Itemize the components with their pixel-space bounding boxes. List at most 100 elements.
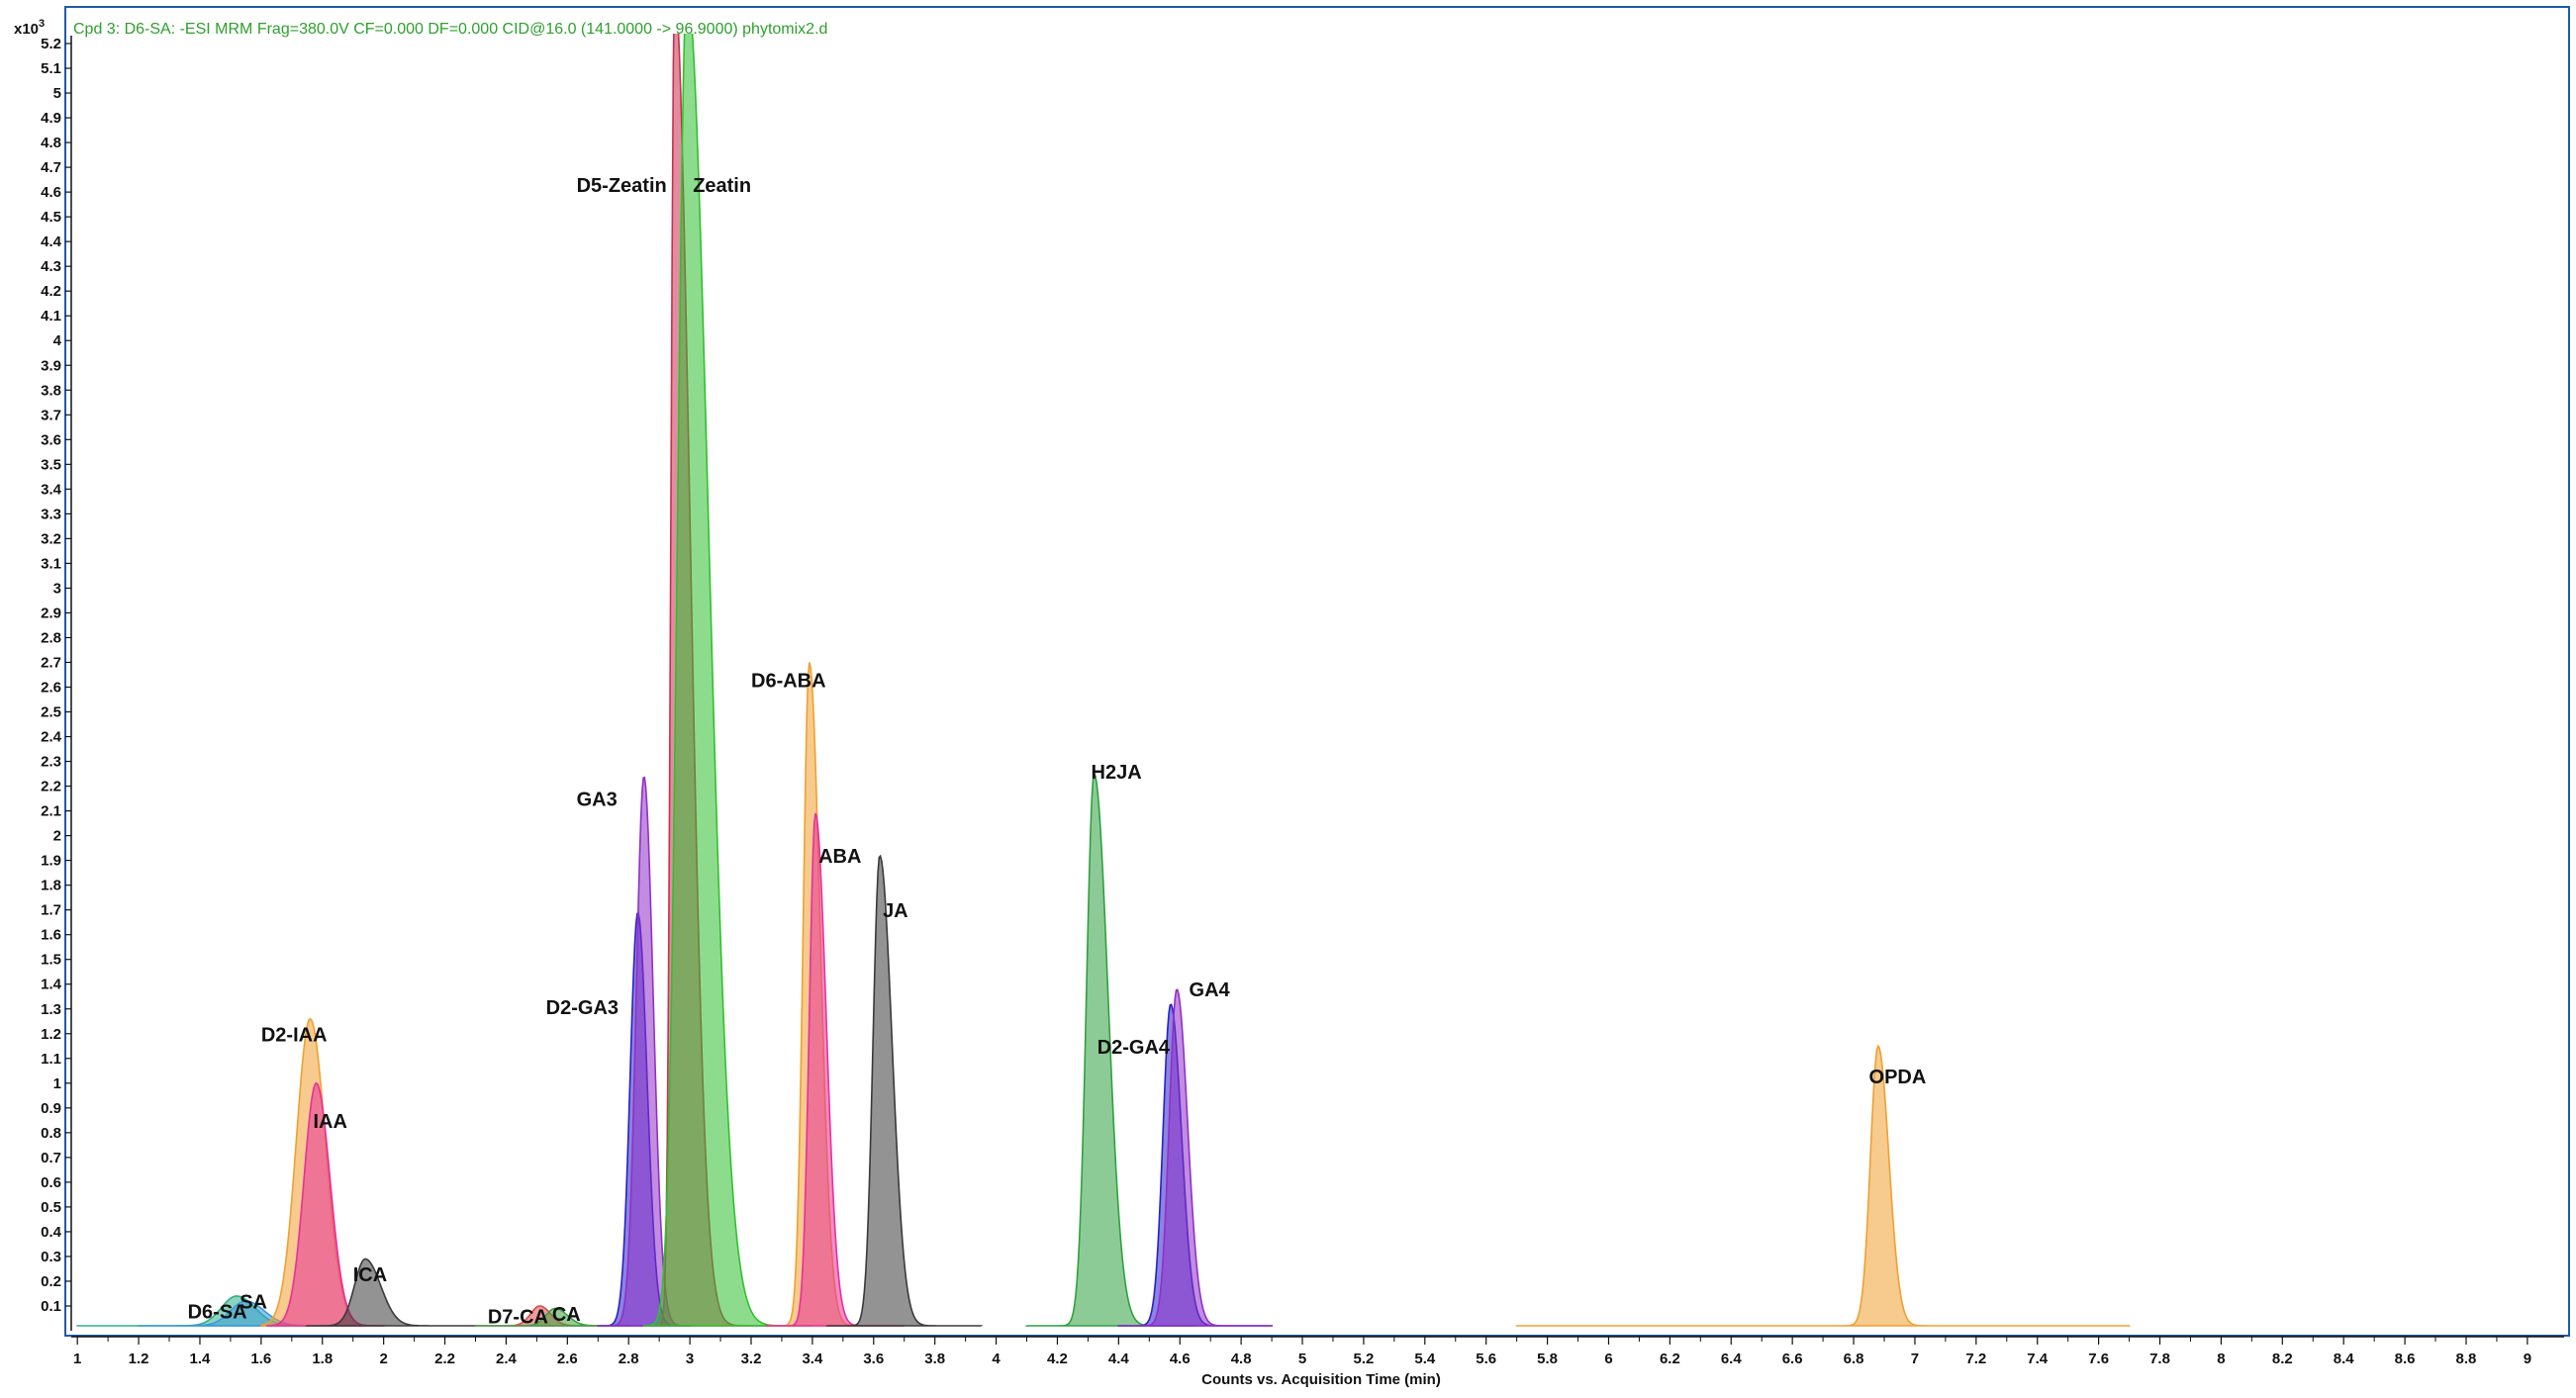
x-tick-label: 8.4 [2334,1351,2355,1367]
peak-label-ga4: GA4 [1190,979,1231,1001]
peak-label-d5-zeatin: D5-Zeatin [577,175,667,197]
x-tick-label: 8.8 [2456,1351,2477,1367]
x-tick-label: 1.4 [190,1351,212,1367]
chromatogram-chart: Cpd 3: D6-SA: -ESI MRM Frag=380.0V CF=0.… [0,0,2576,1398]
x-tick-label: 5.2 [1353,1351,1374,1367]
x-tick-label: 8 [2217,1351,2225,1367]
peak-label-d2-iaa: D2-IAA [261,1024,328,1046]
y-tick-label: 1.2 [41,1026,61,1043]
x-tick-label: 5 [1298,1351,1306,1367]
peak-label-zeatin: Zeatin [693,175,751,197]
y-tick-label: 3.5 [41,456,61,473]
peak-label-d2-ga4: D2-GA4 [1097,1037,1171,1059]
y-tick-label: 4 [53,332,62,349]
peak-label-opda: OPDA [1869,1067,1927,1088]
x-tick-label: 3.8 [924,1351,945,1367]
x-tick-label: 1.8 [312,1351,333,1367]
x-tick-label: 2.8 [619,1351,639,1367]
plot-frame [64,6,2570,1337]
y-tick-label: 1 [53,1075,61,1092]
x-tick-label: 7 [1911,1351,1919,1367]
y-tick-label: 2.4 [41,729,62,746]
x-tick-label: 5.6 [1476,1351,1496,1367]
peak-label-iaa: IAA [313,1111,346,1133]
x-tick-label: 3.6 [863,1351,884,1367]
x-tick-label: 1 [73,1351,81,1367]
x-tick-label: 7.8 [2149,1351,2170,1367]
x-tick-label: 2.4 [496,1351,518,1367]
y-multiplier: x103 [14,18,45,38]
chart-header-title: Cpd 3: D6-SA: -ESI MRM Frag=380.0V CF=0.… [73,21,827,38]
peak-label-d6-sa: D6-SA [188,1301,247,1323]
y-tick-label: 1.5 [41,952,61,969]
x-tick-label: 6.2 [1660,1351,1680,1367]
x-tick-label: 1.2 [129,1351,149,1367]
x-axis: 1 1.2 1.4 1.6 1.8 2 2.2 2.4 2.6 2.8 3 3.2 3.4 3.6 3.8 4… [71,1336,2564,1367]
x-tick-label: 7.2 [1965,1351,1986,1367]
y-tick-label: 3.3 [41,506,61,522]
y-tick-label: 4.3 [41,258,61,275]
y-tick-label: 4.9 [41,110,61,127]
y-tick-label: 3.9 [41,357,61,374]
x-tick-label: 6.4 [1721,1351,1743,1367]
y-tick-label: 2.2 [41,779,61,795]
x-tick-label: 4.6 [1170,1351,1191,1367]
y-tick-label: 1.4 [41,977,62,993]
y-tick-label: 3.8 [41,382,61,399]
y-tick-label: 5.2 [41,36,61,52]
y-tick-label: 0.5 [41,1199,61,1216]
y-tick-label: 0.6 [41,1174,61,1191]
peak-label-d7-ca: D7-CA [488,1306,548,1328]
y-tick-label: 3.1 [41,555,61,572]
peak-label-sa: SA [239,1291,267,1313]
y-tick-label: 4.7 [41,159,61,176]
y-tick-label: 0.8 [41,1125,61,1142]
x-tick-label: 7.4 [2027,1351,2049,1367]
y-tick-label: 3.2 [41,530,61,547]
y-tick-label: 4.4 [41,233,62,250]
x-tick-label: 3.4 [802,1351,823,1367]
y-tick-label: 5 [53,85,61,102]
x-tick-label: 4.4 [1108,1351,1130,1367]
y-tick-label: 0.2 [41,1273,61,1290]
peak-label-ica: ICA [353,1264,387,1286]
x-tick-label: 2.2 [434,1351,455,1367]
x-tick-label: 6.8 [1844,1351,1864,1367]
x-tick-label: 6.6 [1782,1351,1803,1367]
x-tick-label: 4 [992,1351,1001,1367]
y-tick-label: 4.8 [41,135,61,151]
peak-label-ja: JA [883,900,908,922]
y-tick-label: 1.1 [41,1051,61,1068]
y-tick-label: 4.6 [41,184,61,201]
x-tick-label: 2 [379,1351,387,1367]
x-tick-label: 3 [686,1351,694,1367]
chart-svg: Cpd 3: D6-SA: -ESI MRM Frag=380.0V CF=0.… [14,6,2570,1388]
y-tick-label: 0.3 [41,1249,61,1265]
y-tick-label: 3 [53,580,61,597]
peak-label-ca: CA [552,1304,581,1326]
y-tick-label: 2.5 [41,704,61,721]
y-tick-label: 4.5 [41,209,61,226]
x-tick-label: 7.6 [2088,1351,2109,1367]
peak-label-ga3: GA3 [577,790,618,811]
y-tick-label: 3.6 [41,431,61,448]
y-tick-label: 1.9 [41,853,61,870]
x-tick-label: 3.2 [741,1351,762,1367]
peak-label-h2ja: H2JA [1092,762,1142,784]
y-tick-label: 3.4 [41,481,62,498]
x-tick-label: 5.8 [1537,1351,1558,1367]
y-tick-label: 2.3 [41,754,61,771]
y-tick-label: 2.9 [41,605,61,621]
y-tick-label: 2.8 [41,629,61,646]
x-tick-label: 1.6 [250,1351,271,1367]
y-tick-label: 1.8 [41,878,61,894]
x-tick-label: 8.6 [2395,1351,2416,1367]
y-tick-label: 3.7 [41,407,61,423]
y-tick-label: 5.1 [41,60,61,77]
y-tick-label: 1.3 [41,1001,61,1018]
y-tick-label: 0.7 [41,1150,61,1166]
x-tick-label: 9 [2524,1351,2531,1367]
y-tick-label: 2.7 [41,654,61,671]
y-tick-label: 2 [53,828,61,845]
peak-label-d6-aba: D6-ABA [751,671,826,693]
